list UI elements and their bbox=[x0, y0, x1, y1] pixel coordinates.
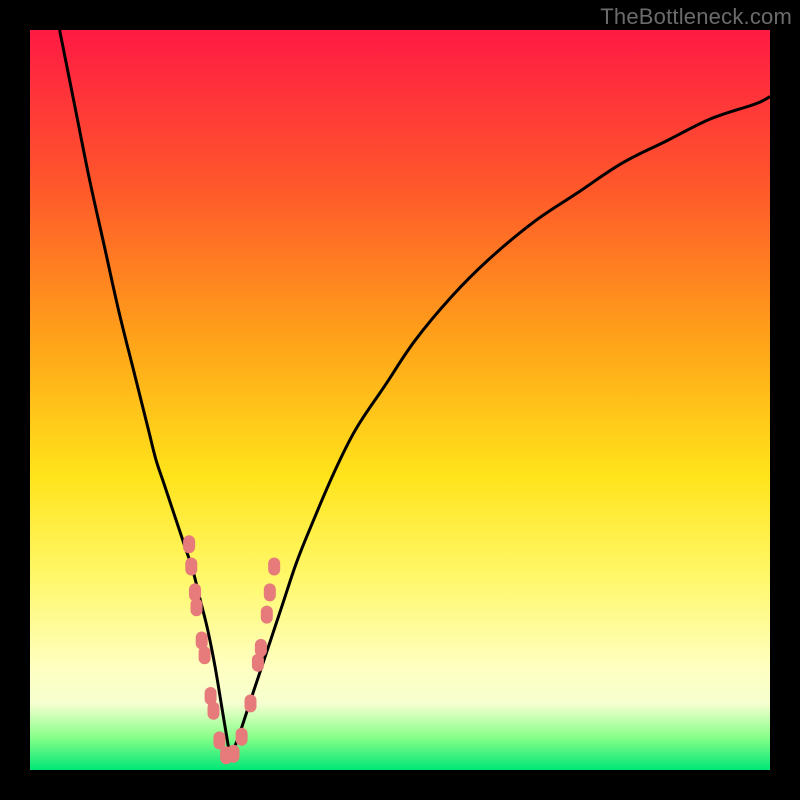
highlight-marker bbox=[213, 731, 225, 749]
highlight-marker bbox=[255, 639, 267, 657]
chart-svg bbox=[30, 30, 770, 770]
highlight-marker bbox=[199, 646, 211, 664]
highlight-marker bbox=[183, 535, 195, 553]
highlight-marker bbox=[185, 558, 197, 576]
highlight-marker bbox=[208, 702, 220, 720]
highlight-marker bbox=[264, 583, 276, 601]
highlighted-marker-group bbox=[183, 535, 280, 764]
highlight-marker bbox=[245, 694, 257, 712]
highlight-marker bbox=[268, 558, 280, 576]
curve-right-branch bbox=[230, 97, 770, 756]
plot-gradient-background bbox=[30, 30, 770, 770]
highlight-marker bbox=[236, 728, 248, 746]
highlight-marker bbox=[261, 606, 273, 624]
highlight-marker bbox=[191, 598, 203, 616]
watermark-text: TheBottleneck.com bbox=[600, 4, 792, 30]
highlight-marker bbox=[228, 745, 240, 763]
chart-frame: TheBottleneck.com bbox=[0, 0, 800, 800]
